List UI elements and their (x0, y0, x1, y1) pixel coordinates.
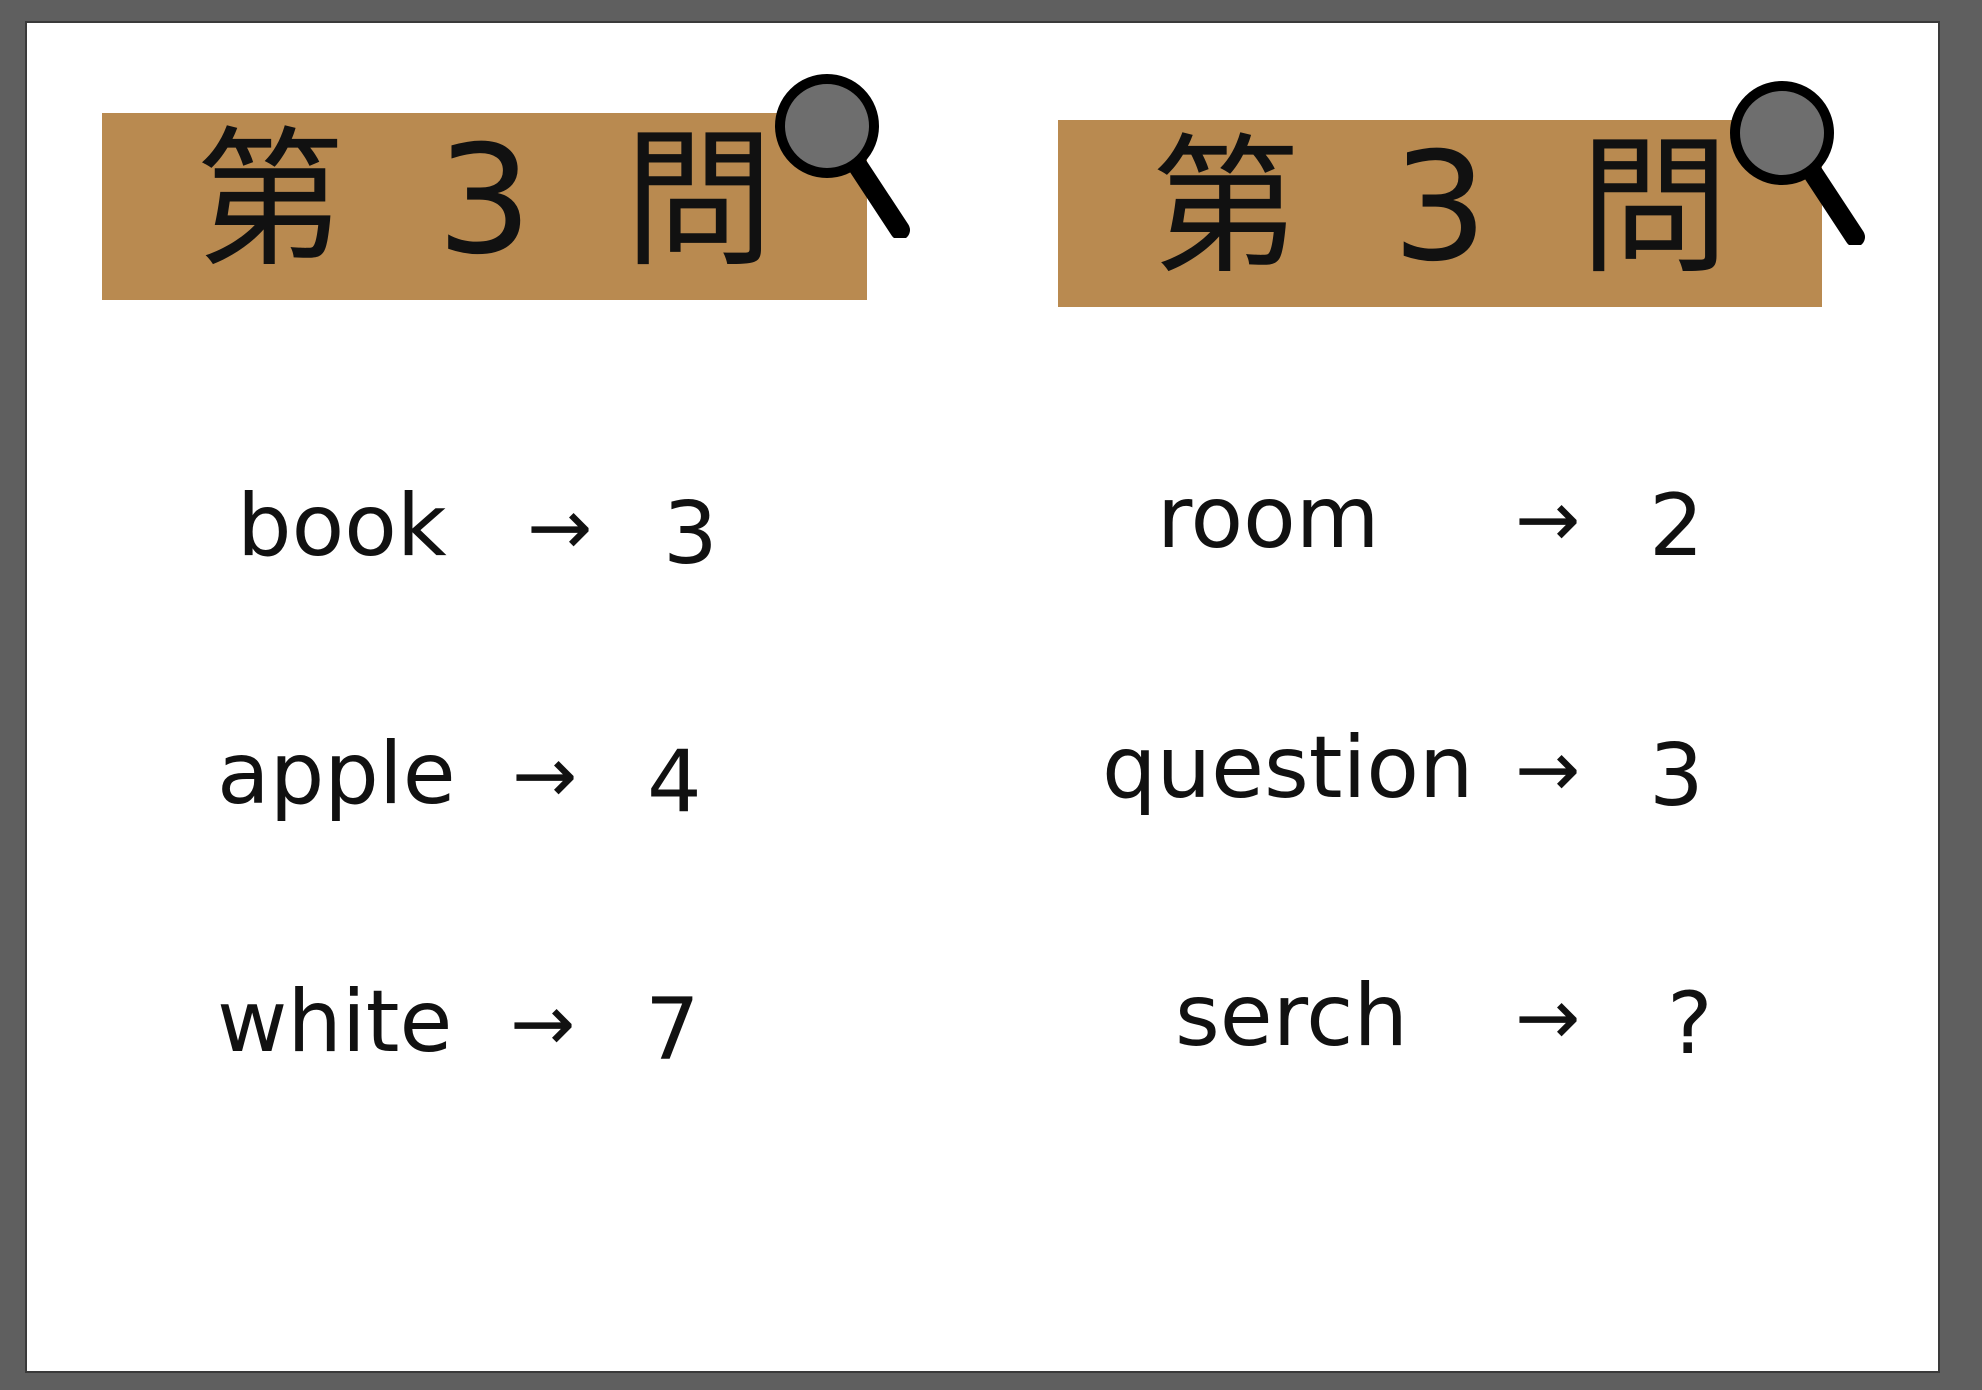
right-arrow-1: → (1515, 475, 1581, 565)
right-value-2: 3 (1649, 726, 1704, 826)
left-word-apple: apple (217, 724, 456, 824)
right-value-3: ? (1667, 974, 1713, 1074)
slide: 第 3 問 book → 3 apple → 4 white → 7 第 3 問… (25, 21, 1940, 1373)
left-value-3: 7 (645, 980, 700, 1080)
left-arrow-3: → (510, 979, 576, 1069)
right-title: 第 3 問 (1150, 120, 1752, 295)
right-arrow-3: → (1515, 973, 1581, 1063)
left-arrow-1: → (527, 483, 593, 573)
right-word-serch: serch (1175, 966, 1408, 1066)
right-title-bar: 第 3 問 (1058, 120, 1822, 307)
left-arrow-2: → (512, 731, 578, 821)
left-word-book: book (237, 476, 447, 576)
magnifier-icon (775, 74, 910, 238)
left-title-bar: 第 3 問 (102, 113, 867, 300)
magnifier-icon (1730, 81, 1865, 245)
left-title: 第 3 問 (195, 113, 796, 288)
right-value-1: 2 (1649, 476, 1704, 576)
right-arrow-2: → (1515, 725, 1581, 815)
left-word-white: white (217, 972, 453, 1072)
left-value-2: 4 (647, 732, 702, 832)
right-word-question: question (1102, 718, 1474, 818)
right-word-room: room (1157, 468, 1380, 568)
left-value-1: 3 (663, 484, 718, 584)
